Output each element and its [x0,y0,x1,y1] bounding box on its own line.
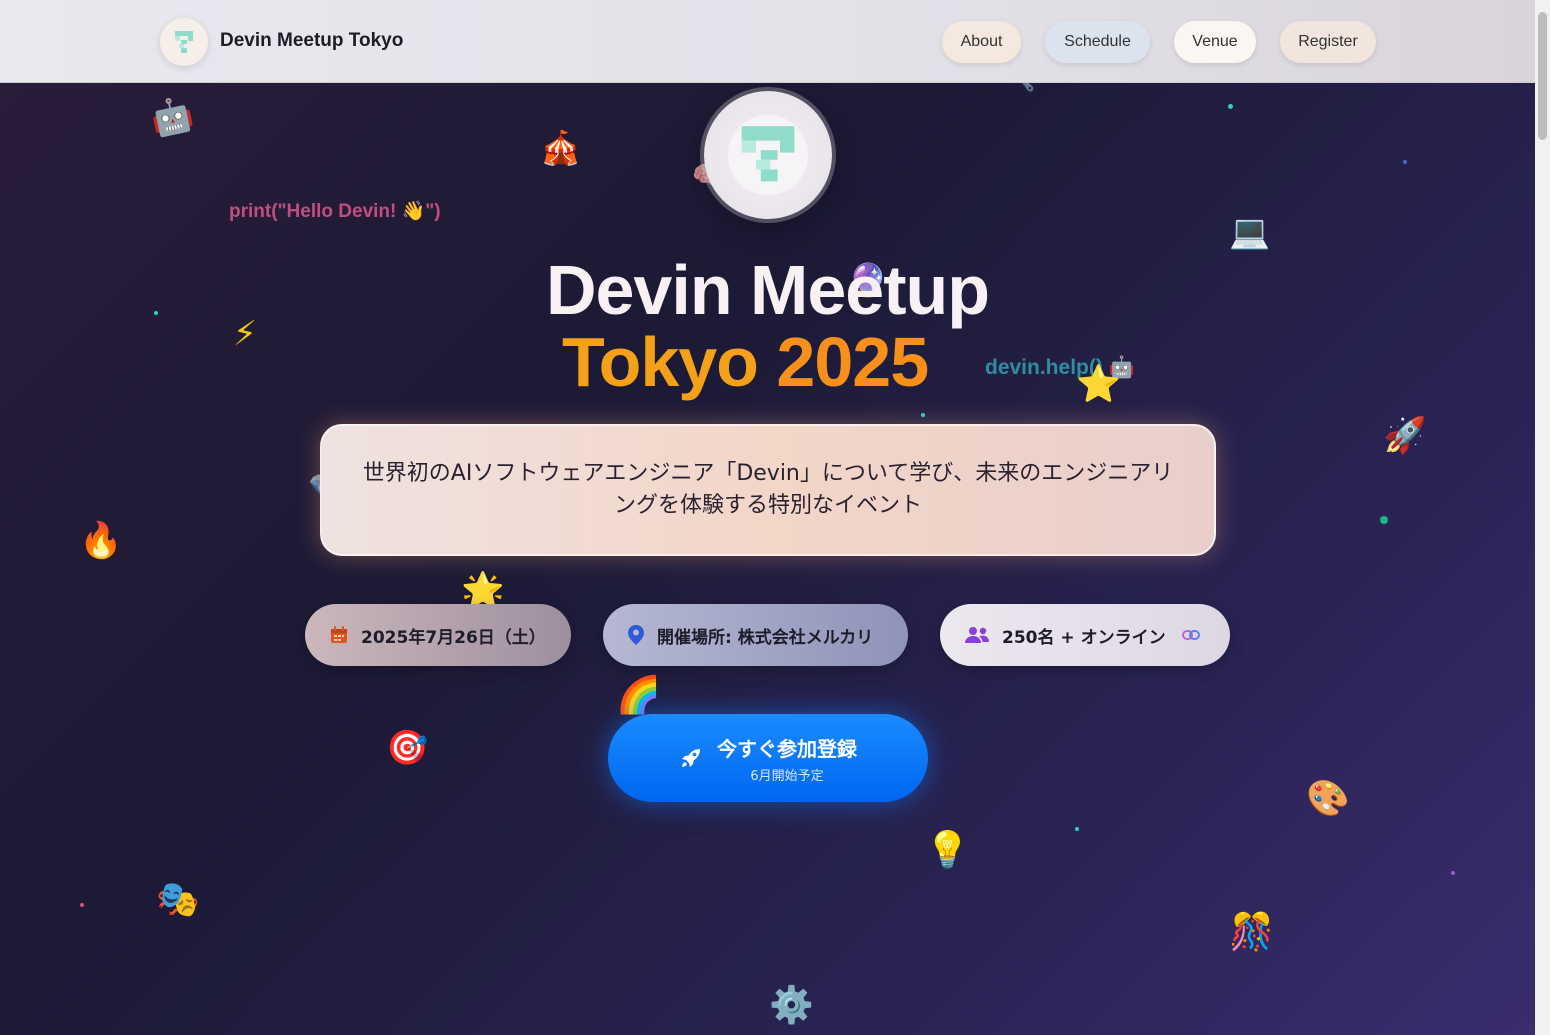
masks-icon: 🎭 [156,880,200,920]
hero-description-box: 世界初のAIソフトウェアエンジニア「Devin」について学び、未来のエンジニアリ… [320,424,1216,556]
cta-label: 今すぐ参加登録 [717,736,857,761]
star-icon: ⭐ [1076,364,1121,405]
confetti-icon: 🎊 [1229,912,1274,953]
decor-dot [1403,160,1407,164]
cta-sublabel: 6月開始予定 [750,768,824,784]
brand-title[interactable]: Devin Meetup Tokyo [220,30,403,52]
brand-logo[interactable] [160,18,208,66]
decor-dot [1380,516,1388,524]
site-header: Devin Meetup Tokyo About Schedule Venue … [0,0,1535,83]
link-icon [1181,625,1200,645]
circus-tent-icon: 🎪 [540,128,582,167]
hero-title-line2: Tokyo 2025 [562,322,929,402]
rocket-icon: 🚀 [1383,416,1427,456]
calendar-icon [331,626,347,643]
code-snippet-hello: print("Hello Devin! 👋") [229,201,441,222]
devin-logo-icon [741,126,795,182]
bulb-icon: 💡 [925,830,970,871]
event-capacity-pill: 250名 + オンライン [940,604,1230,666]
map-pin-icon [628,625,644,645]
robot-icon: 🤖 [147,93,198,141]
decor-dot [1228,104,1233,109]
fire-icon: 🔥 [79,521,123,561]
rainbow-icon: 🌈 [616,675,661,716]
cta-texts: 今すぐ参加登録 6月開始予定 [717,733,857,784]
nav-about-button[interactable]: About [942,21,1021,63]
decor-dot [1075,827,1079,831]
event-venue-text: 開催場所: 株式会社メルカリ [657,627,874,648]
event-date-pill: 2025年7月26日（土） [305,604,571,666]
decor-dot [921,413,925,417]
hero-logo [704,91,832,219]
register-now-button[interactable]: 今すぐ参加登録 6月開始予定 [608,714,928,802]
event-venue-pill: 開催場所: 株式会社メルカリ [603,604,908,666]
nav-schedule-button[interactable]: Schedule [1045,21,1150,63]
hero-title-line1: Devin Meetup [545,251,990,329]
hero-title-tokyo: Tokyo [562,323,759,401]
gear-icon: ⚙️ [769,985,814,1026]
event-capacity-text: 250名 + オンライン [1002,627,1166,648]
laptop-icon: 💻 [1229,212,1271,251]
palette-icon: 🎨 [1306,779,1350,819]
scrollbar-thumb[interactable] [1538,12,1547,140]
hero-title-year: 2025 [776,323,929,401]
rocket-icon [682,749,700,767]
hero-description: 世界初のAIソフトウェアエンジニア「Devin」について学び、未来のエンジニアリ… [362,461,1174,518]
hero-logo-inner [728,115,808,195]
decor-dot [80,903,84,907]
users-icon [965,627,989,643]
nav-register-button[interactable]: Register [1280,21,1376,63]
event-date-text: 2025年7月26日（土） [361,627,546,648]
nav-venue-button[interactable]: Venue [1174,21,1256,63]
decor-dot [1451,871,1455,875]
devin-logo-icon [175,31,193,53]
target-icon: 🎯 [386,728,429,768]
page-scrollbar[interactable] [1535,0,1550,1035]
